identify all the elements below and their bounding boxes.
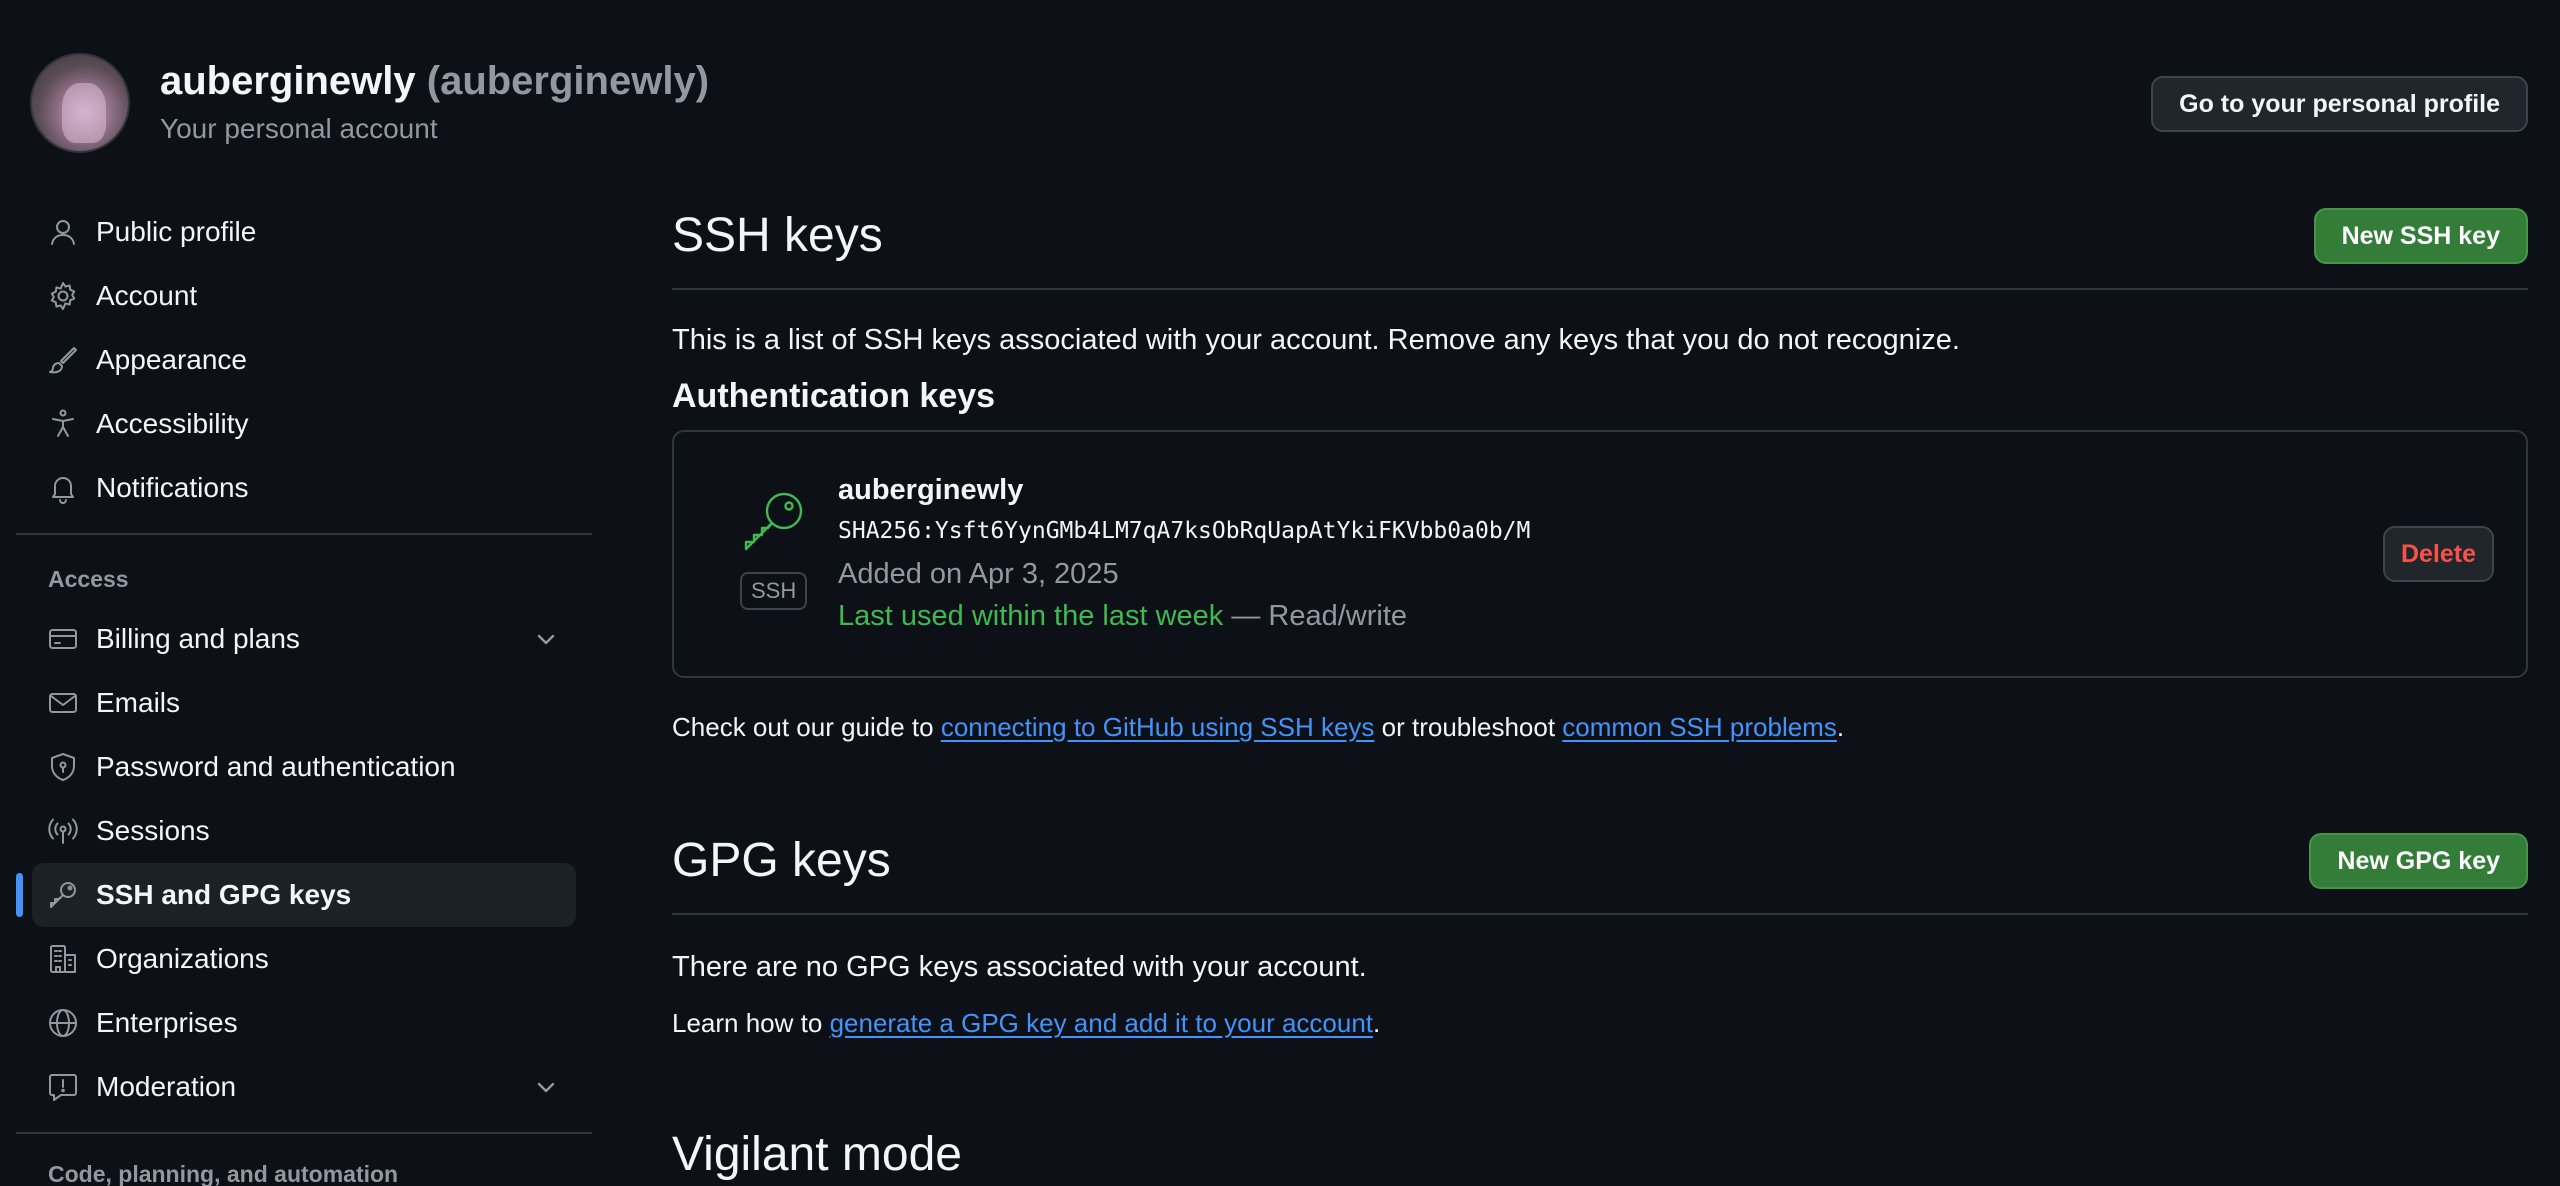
ssh-keys-description: This is a list of SSH keys associated wi… <box>672 324 1960 356</box>
sidebar-item-label: Public profile <box>96 216 257 247</box>
sidebar-item-billing[interactable]: Billing and plans <box>32 607 576 671</box>
chevron-down-icon[interactable] <box>532 1073 560 1101</box>
sidebar-item-ssh-gpg-keys[interactable]: SSH and GPG keys <box>16 863 576 927</box>
vigilant-mode-title: Vigilant mode <box>672 1128 962 1181</box>
sidebar-item-label: Organizations <box>96 943 269 974</box>
ssh-keys-section: SSH keys New SSH key This is a list of S… <box>672 200 2528 743</box>
ssh-keys-header: SSH keys New SSH key <box>672 200 2528 290</box>
ssh-keys-title: SSH keys <box>672 209 883 262</box>
sidebar-item-accessibility[interactable]: Accessibility <box>32 392 576 456</box>
sidebar-item-notifications[interactable]: Notifications <box>32 456 576 520</box>
gpg-empty-text: There are no GPG keys associated with yo… <box>672 951 1367 983</box>
sidebar-section-access: Access <box>48 566 129 592</box>
ssh-key-fingerprint: SHA256:Ysft6YynGMb4LM7qA7ksObRqUapAtYkiF… <box>838 518 1531 544</box>
delete-ssh-key-button[interactable]: Delete <box>2382 526 2494 582</box>
mail-icon <box>47 687 79 719</box>
sidebar-item-label: Password and authentication <box>96 751 456 782</box>
shield-icon <box>47 751 79 783</box>
person-icon <box>47 216 79 248</box>
gpg-keys-section: GPG keys New GPG key There are no GPG ke… <box>672 825 2528 1039</box>
sidebar-item-label: Account <box>96 280 198 311</box>
ssh-key-title: auberginewly <box>838 474 1024 506</box>
sidebar-item-label: Accessibility <box>96 408 249 439</box>
ssh-badge: SSH <box>740 572 808 610</box>
sidebar-divider <box>16 533 592 535</box>
sidebar-item-public-profile[interactable]: Public profile <box>32 200 576 264</box>
sidebar-item-label: Enterprises <box>96 1007 238 1038</box>
sidebar-item-label: Moderation <box>96 1071 237 1102</box>
new-ssh-key-button[interactable]: New SSH key <box>2313 208 2528 264</box>
main-content: SSH keys New SSH key This is a list of S… <box>672 200 2528 1186</box>
ssh-key-access: — Read/write <box>1223 600 1408 632</box>
accessibility-icon <box>47 408 79 440</box>
ssh-key-added-date: Added on Apr 3, 2025 <box>838 558 1119 590</box>
authentication-keys-heading: Authentication keys <box>672 377 996 415</box>
sidebar-item-moderation[interactable]: Moderation <box>32 1055 576 1119</box>
sidebar-item-sessions[interactable]: Sessions <box>32 799 576 863</box>
bell-icon <box>47 472 79 504</box>
gpg-guide-link[interactable]: generate a GPG key and add it to your ac… <box>830 1008 1373 1038</box>
sidebar-section-code-planning: Code, planning, and automation <box>48 1161 399 1186</box>
gpg-keys-title: GPG keys <box>672 834 891 887</box>
sidebar-item-label: Billing and plans <box>96 623 300 654</box>
sidebar-item-label: Appearance <box>96 344 248 375</box>
learn-suffix: . <box>1373 1008 1381 1038</box>
sidebar-item-label: SSH and GPG keys <box>96 879 352 910</box>
gpg-keys-header: GPG keys New GPG key <box>672 825 2528 915</box>
account-header: auberginewly (auberginewly) Your persona… <box>30 53 2528 153</box>
settings-page: auberginewly (auberginewly) Your persona… <box>0 0 2560 1186</box>
go-to-profile-button[interactable]: Go to your personal profile <box>2151 76 2528 132</box>
sidebar-item-organizations[interactable]: Organizations <box>32 927 576 991</box>
ssh-key-last-used: Last used within the last week <box>838 600 1224 632</box>
guide-middle: or troubleshoot <box>1374 712 1563 742</box>
ssh-problems-link[interactable]: common SSH problems <box>1562 712 1837 742</box>
account-subtitle: Your personal account <box>160 113 438 144</box>
ssh-key-usage: Last used within the last week — Read/wr… <box>838 600 1407 633</box>
settings-sidebar: Public profile Account Appearance Access… <box>16 200 592 1186</box>
gpg-learn-text: Learn how to generate a GPG key and add … <box>672 1008 2528 1039</box>
ssh-guide-link[interactable]: connecting to GitHub using SSH keys <box>941 712 1375 742</box>
avatar[interactable] <box>30 53 130 153</box>
key-icon <box>47 879 79 911</box>
sidebar-item-enterprises[interactable]: Enterprises <box>32 991 576 1055</box>
ssh-key-card: SSH auberginewly SHA256:Ysft6YynGMb4LM7q… <box>672 430 2528 678</box>
vigilant-mode-section: Vigilant mode <box>672 1119 2528 1186</box>
sidebar-item-appearance[interactable]: Appearance <box>32 328 576 392</box>
account-name: auberginewly (auberginewly) <box>160 59 709 104</box>
credit-card-icon <box>47 623 79 655</box>
vigilant-mode-header: Vigilant mode <box>672 1119 2528 1186</box>
sidebar-item-label: Sessions <box>96 815 210 846</box>
chevron-down-icon[interactable] <box>532 625 560 653</box>
key-icon <box>738 486 810 558</box>
report-icon <box>47 1071 79 1103</box>
sidebar-item-password-auth[interactable]: Password and authentication <box>32 735 576 799</box>
learn-prefix: Learn how to <box>672 1008 830 1038</box>
globe-icon <box>47 1007 79 1039</box>
account-login: (auberginewly) <box>426 59 710 103</box>
new-gpg-key-button[interactable]: New GPG key <box>2309 833 2528 889</box>
account-display-name[interactable]: auberginewly <box>160 59 416 103</box>
ssh-guide-text: Check out our guide to connecting to Git… <box>672 712 2528 743</box>
guide-suffix: . <box>1836 712 1845 742</box>
sidebar-item-account[interactable]: Account <box>32 264 576 328</box>
sidebar-item-label: Emails <box>96 687 181 718</box>
sidebar-item-emails[interactable]: Emails <box>32 671 576 735</box>
broadcast-icon <box>47 815 79 847</box>
guide-prefix: Check out our guide to <box>672 712 941 742</box>
sidebar-item-label: Notifications <box>96 472 249 503</box>
sidebar-divider <box>16 1132 592 1134</box>
gear-icon <box>47 280 79 312</box>
organization-icon <box>47 943 79 975</box>
paintbrush-icon <box>47 344 79 376</box>
